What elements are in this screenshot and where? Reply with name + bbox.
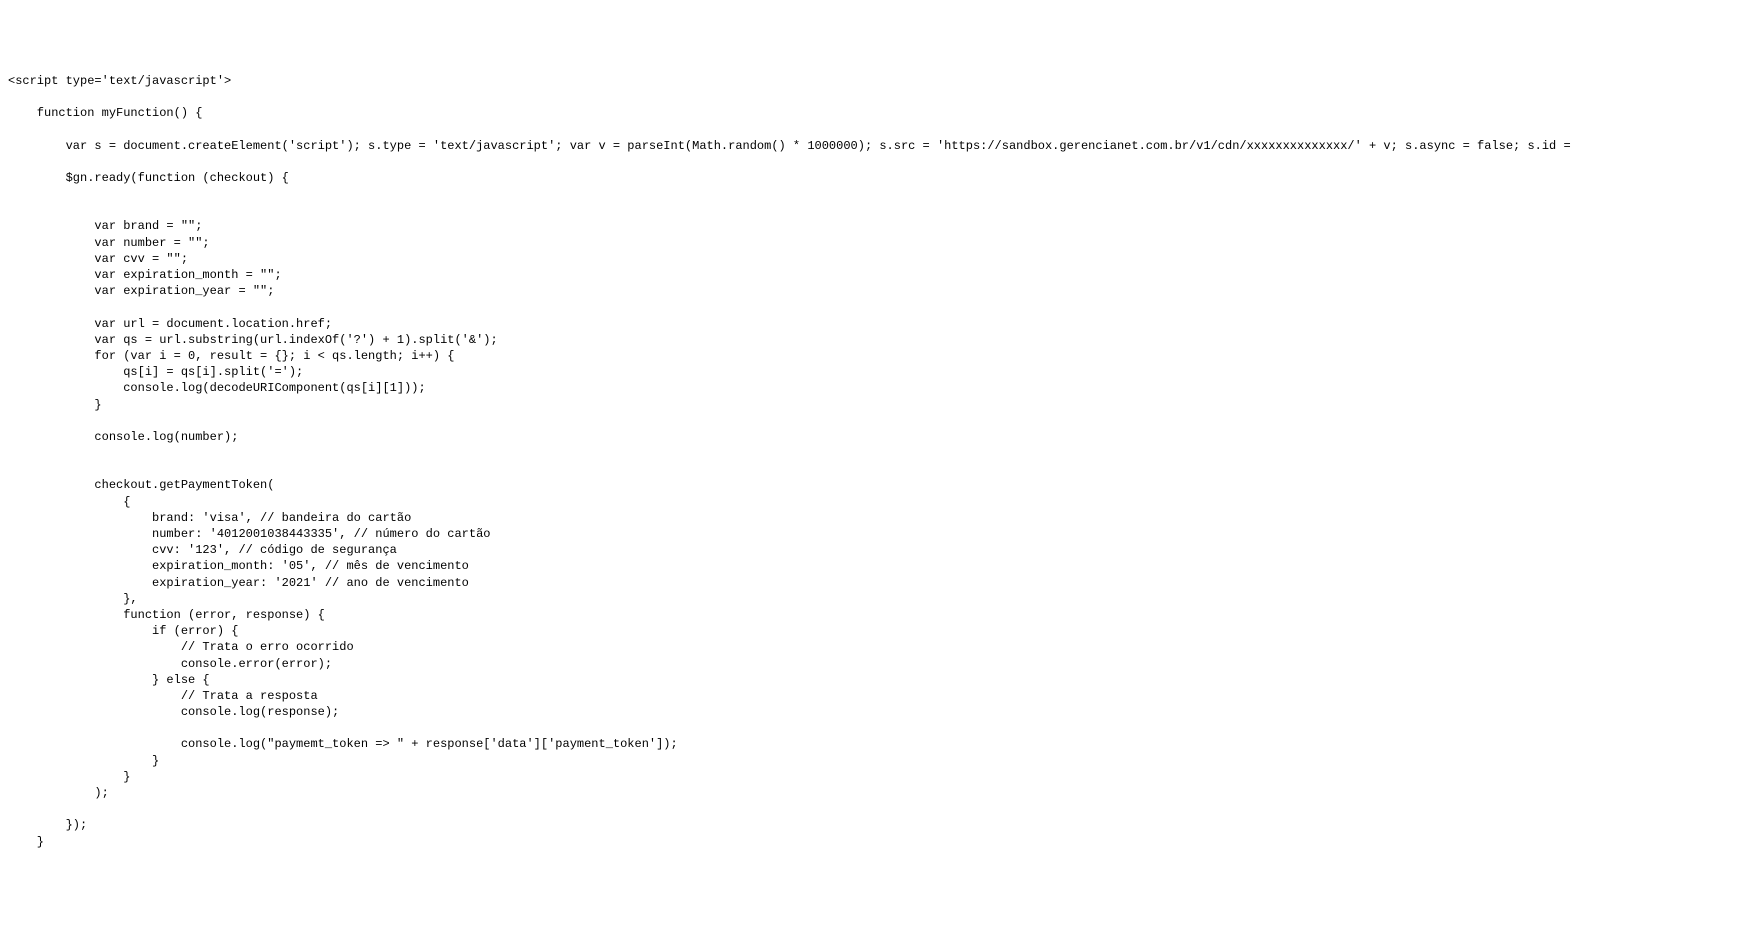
code-snippet: <script type='text/javascript'> function… [8, 73, 1748, 850]
